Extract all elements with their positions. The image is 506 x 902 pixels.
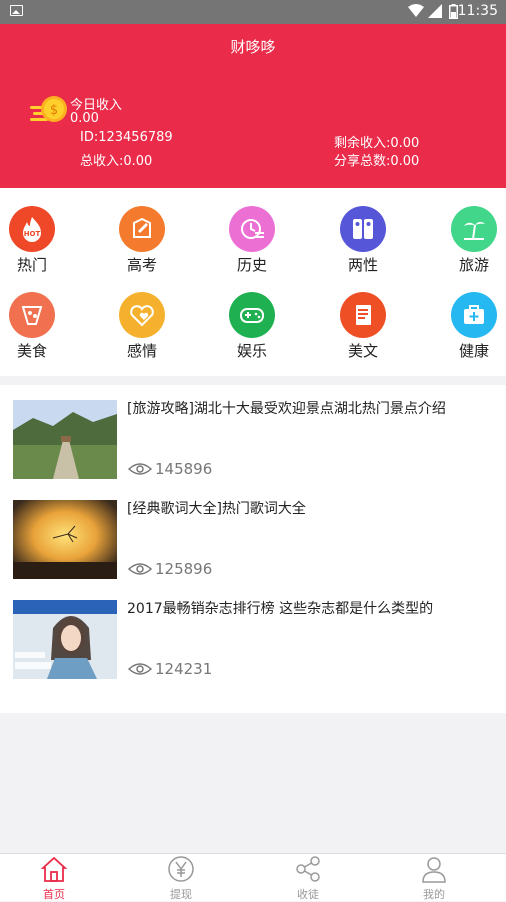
- status-bar: 11:35: [0, 0, 506, 24]
- history-icon: [229, 206, 275, 252]
- bottom-tab-bar: 首页 提现 收徒 我的: [0, 853, 506, 901]
- category-label: 热门: [16, 256, 47, 274]
- category-label: 高考: [126, 256, 157, 274]
- yen-icon: [168, 856, 194, 882]
- image-icon: [10, 5, 23, 16]
- category-health[interactable]: 健康: [439, 292, 506, 361]
- gamepad-icon: [229, 292, 275, 338]
- category-prose[interactable]: 美文: [328, 292, 398, 361]
- article-thumbnail: [13, 600, 117, 679]
- view-count-value: 125896: [155, 560, 213, 578]
- wifi-icon: [408, 4, 424, 17]
- battery-icon: [449, 4, 458, 19]
- food-icon: [9, 292, 55, 338]
- category-travel[interactable]: 旅游: [439, 206, 506, 275]
- article-list: [旅游攻略]湖北十大最受欢迎景点湖北热门景点介绍 145896 [经典歌词大全]…: [0, 385, 506, 713]
- earnings-header: 财哆哆 $ 今日收入 0.00 ID:123456789 总收入:0.00 剩余…: [0, 24, 506, 188]
- coin-icon: $: [30, 96, 67, 122]
- category-label: 健康: [458, 342, 489, 360]
- notebook-icon: [340, 292, 386, 338]
- home-icon: [40, 856, 68, 882]
- remaining-income: 剩余收入:0.00: [334, 136, 420, 151]
- view-count: 124231: [128, 660, 212, 678]
- category-label: 娱乐: [236, 342, 267, 360]
- category-label: 历史: [236, 256, 267, 274]
- category-food[interactable]: 美食: [0, 292, 67, 361]
- article-thumbnail: [13, 500, 117, 579]
- gender-icon: [340, 206, 386, 252]
- share-icon: [296, 856, 320, 882]
- heart-icon: [119, 292, 165, 338]
- category-label: 感情: [126, 342, 157, 360]
- tab-mine[interactable]: 我的: [394, 854, 474, 902]
- view-count: 125896: [128, 560, 212, 578]
- eye-icon: [128, 463, 152, 475]
- category-entertainment[interactable]: 娱乐: [217, 292, 287, 361]
- today-income-value: 0.00: [70, 111, 99, 126]
- category-label: 美食: [16, 342, 47, 360]
- tab-withdraw[interactable]: 提现: [141, 854, 221, 902]
- list-item[interactable]: [旅游攻略]湖北十大最受欢迎景点湖北热门景点介绍 145896: [0, 385, 506, 485]
- article-title: [旅游攻略]湖北十大最受欢迎景点湖北热门景点介绍: [127, 401, 446, 417]
- category-history[interactable]: 历史: [217, 206, 287, 275]
- category-hot[interactable]: HOT 热门: [0, 206, 67, 275]
- eye-icon: [128, 563, 152, 575]
- svg-text:$: $: [50, 103, 58, 118]
- category-label: 两性: [347, 256, 378, 274]
- article-thumbnail: [13, 400, 117, 479]
- view-count-value: 124231: [155, 660, 213, 678]
- total-income: 总收入:0.00: [80, 154, 153, 169]
- pen-icon: [119, 206, 165, 252]
- category-gender[interactable]: 两性: [328, 206, 398, 275]
- article-title: 2017最畅销杂志排行榜 这些杂志都是什么类型的: [127, 601, 434, 617]
- category-label: 美文: [347, 342, 378, 360]
- view-count: 145896: [128, 460, 212, 478]
- list-item[interactable]: [经典歌词大全]热门歌词大全 125896: [0, 485, 506, 585]
- list-item[interactable]: 2017最畅销杂志排行榜 这些杂志都是什么类型的 124231: [0, 585, 506, 685]
- tab-apprentice[interactable]: 收徒: [268, 854, 348, 902]
- signal-icon: [428, 4, 442, 18]
- user-id: ID:123456789: [80, 130, 173, 145]
- category-grid: HOT 热门 高考 历史 两性 旅游 美食 感情 娱乐 美文 健康: [0, 188, 506, 376]
- tab-home[interactable]: 首页: [14, 854, 94, 902]
- svg-text:HOT: HOT: [24, 230, 41, 238]
- article-title: [经典歌词大全]热门歌词大全: [127, 501, 306, 517]
- palm-icon: [451, 206, 497, 252]
- category-gaokao[interactable]: 高考: [107, 206, 177, 275]
- share-total: 分享总数:0.00: [334, 154, 420, 169]
- status-time: 11:35: [457, 3, 498, 19]
- hot-icon: HOT: [9, 206, 55, 252]
- medkit-icon: [451, 292, 497, 338]
- eye-icon: [128, 663, 152, 675]
- category-label: 旅游: [458, 256, 489, 274]
- user-icon: [422, 857, 446, 883]
- category-emotion[interactable]: 感情: [107, 292, 177, 361]
- view-count-value: 145896: [155, 460, 213, 478]
- app-title: 财哆哆: [230, 38, 276, 56]
